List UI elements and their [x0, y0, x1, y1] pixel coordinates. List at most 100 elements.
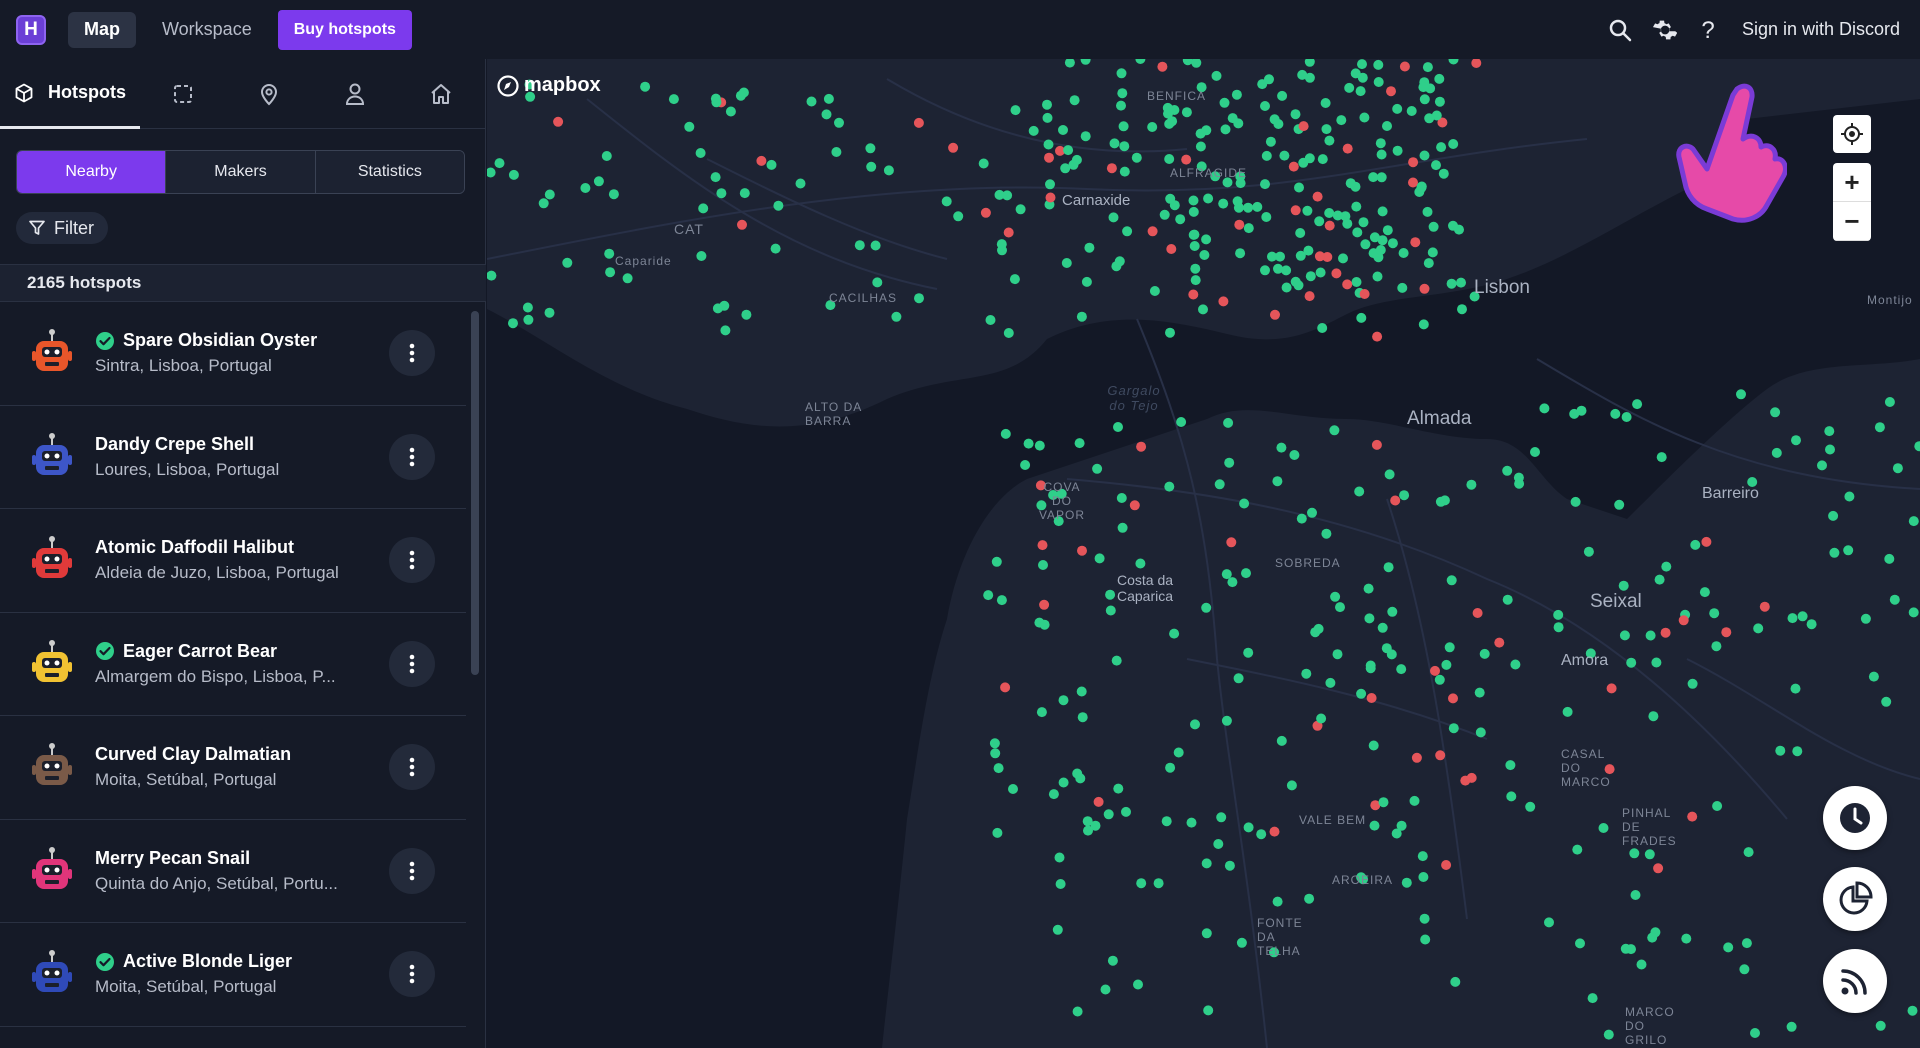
hotspot-marker[interactable] — [1330, 591, 1341, 602]
hotspot-marker[interactable] — [605, 267, 616, 278]
hotspot-marker[interactable] — [1201, 602, 1212, 613]
hotspot-marker[interactable] — [1621, 412, 1632, 422]
hotspot-marker[interactable] — [1681, 933, 1692, 944]
hotspot-marker[interactable] — [1460, 775, 1471, 786]
hotspot-marker[interactable] — [1044, 152, 1054, 163]
hotspot-marker[interactable] — [1118, 121, 1129, 132]
hotspot-marker[interactable] — [983, 590, 994, 601]
hotspot-marker[interactable] — [1147, 226, 1158, 237]
hotspot-marker[interactable] — [1645, 630, 1656, 641]
hotspot-marker[interactable] — [1441, 659, 1452, 670]
hotspot-marker[interactable] — [1220, 124, 1231, 135]
hotspot-marker[interactable] — [1003, 328, 1014, 338]
hotspot-marker[interactable] — [1189, 229, 1200, 240]
hotspot-marker[interactable] — [1544, 917, 1554, 928]
hotspot-marker[interactable] — [1360, 239, 1371, 250]
hotspot-marker[interactable] — [1434, 73, 1445, 84]
hotspot-marker[interactable] — [1359, 289, 1370, 299]
hotspot-marker[interactable] — [1378, 797, 1389, 808]
hotspot-marker[interactable] — [1324, 135, 1335, 146]
hotspot-marker[interactable] — [1166, 244, 1177, 254]
hotspot-marker[interactable] — [1576, 405, 1587, 416]
hotspot-marker[interactable] — [1074, 438, 1085, 449]
hotspot-marker[interactable] — [1113, 422, 1123, 432]
hotspot-marker[interactable] — [1384, 469, 1395, 480]
hotspot-marker[interactable] — [1234, 219, 1245, 230]
hotspot-marker[interactable] — [1494, 637, 1505, 648]
hotspot-marker[interactable] — [1290, 205, 1301, 216]
hotspot-marker[interactable] — [1377, 206, 1388, 217]
hotspot-marker[interactable] — [1239, 498, 1250, 509]
hotspot-marker[interactable] — [996, 595, 1007, 606]
hotspot-marker[interactable] — [1064, 59, 1075, 68]
hotspot-marker[interactable] — [1310, 627, 1321, 638]
hotspot-marker[interactable] — [1392, 103, 1403, 114]
hotspot-marker[interactable] — [1080, 131, 1091, 142]
hotspot-marker[interactable] — [1790, 683, 1801, 694]
hotspot-marker[interactable] — [1324, 220, 1335, 231]
hotspot-marker[interactable] — [1042, 99, 1052, 110]
hotspot-marker[interactable] — [1218, 198, 1229, 209]
hotspot-marker[interactable] — [1122, 226, 1133, 237]
hotspot-marker[interactable] — [1149, 286, 1160, 296]
hotspot-marker[interactable] — [1028, 125, 1039, 136]
hotspot-marker[interactable] — [1173, 747, 1184, 758]
hotspot-marker[interactable] — [1136, 441, 1147, 452]
hotspot-marker[interactable] — [1264, 74, 1274, 85]
hotspot-marker[interactable] — [1438, 168, 1449, 179]
hotspot-marker[interactable] — [487, 167, 496, 178]
hotspot-marker[interactable] — [1320, 98, 1331, 108]
hotspot-marker[interactable] — [854, 240, 865, 251]
hotspot-marker[interactable] — [1372, 331, 1383, 342]
hotspot-marker[interactable] — [1344, 82, 1355, 93]
hotspot-marker[interactable] — [544, 189, 555, 200]
hotspot-marker[interactable] — [795, 178, 806, 189]
hotspot-marker[interactable] — [1632, 399, 1643, 410]
hotspot-marker[interactable] — [1419, 94, 1430, 105]
gear-icon[interactable] — [1648, 14, 1680, 46]
hotspot-marker[interactable] — [1325, 677, 1336, 688]
hotspot-marker[interactable] — [1116, 100, 1126, 111]
hotspot-marker[interactable] — [1651, 657, 1662, 668]
hotspot-marker[interactable] — [1475, 727, 1486, 738]
hotspot-marker[interactable] — [985, 315, 996, 325]
hotspot-marker[interactable] — [948, 142, 959, 153]
hotspot-marker[interactable] — [1369, 232, 1380, 243]
hotspot-marker[interactable] — [1373, 77, 1384, 87]
hotspot-marker[interactable] — [1553, 609, 1564, 620]
hotspot-marker[interactable] — [523, 314, 534, 325]
hotspot-marker[interactable] — [1081, 276, 1092, 287]
hotspot-marker[interactable] — [1201, 858, 1212, 869]
hotspot-marker[interactable] — [1709, 608, 1720, 619]
hotspot-marker[interactable] — [1368, 172, 1379, 183]
hotspot-marker[interactable] — [1408, 177, 1418, 188]
hotspot-marker[interactable] — [1298, 121, 1309, 132]
hotspot-marker[interactable] — [1159, 209, 1170, 220]
hotspot-marker[interactable] — [622, 273, 633, 284]
hotspot-marker[interactable] — [1119, 141, 1130, 152]
hotspot-marker[interactable] — [1448, 59, 1459, 65]
hotspot-marker[interactable] — [1227, 577, 1238, 588]
hotspot-marker[interactable] — [1386, 86, 1396, 97]
hotspot-marker[interactable] — [872, 277, 883, 288]
hotspot-marker[interactable] — [756, 155, 767, 166]
zoom-in-button[interactable]: + — [1833, 163, 1871, 202]
hotspot-marker[interactable] — [1392, 145, 1403, 156]
hotspot-marker[interactable] — [1069, 95, 1080, 106]
hotspot-marker[interactable] — [1243, 223, 1254, 234]
hotspot-marker[interactable] — [1448, 693, 1458, 704]
hotspot-marker[interactable] — [1276, 735, 1287, 746]
hotspot-marker[interactable] — [1434, 674, 1445, 685]
hotspot-marker[interactable] — [1889, 594, 1900, 605]
hotspot-marker[interactable] — [1076, 311, 1087, 322]
hotspot-marker[interactable] — [1739, 964, 1750, 975]
hotspot-marker[interactable] — [1236, 937, 1247, 948]
hotspot-marker[interactable] — [1417, 851, 1428, 862]
hotspot-marker[interactable] — [1116, 68, 1127, 79]
hotspot-marker[interactable] — [1316, 713, 1327, 724]
hotspot-marker[interactable] — [1279, 150, 1290, 161]
hotspot-marker[interactable] — [1660, 627, 1671, 638]
hotspot-marker[interactable] — [1272, 476, 1283, 487]
hotspot-marker[interactable] — [1000, 428, 1011, 439]
hotspot-marker[interactable] — [1015, 204, 1026, 215]
